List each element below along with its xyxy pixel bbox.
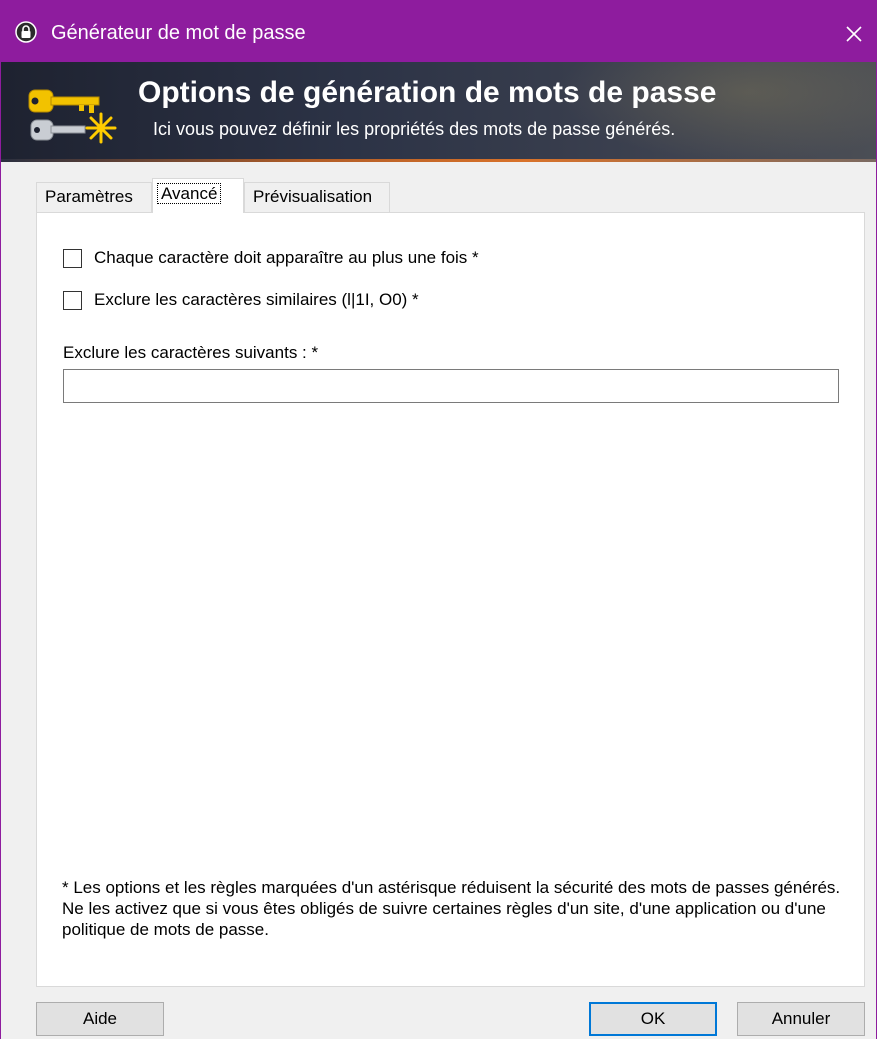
ok-button[interactable]: OK xyxy=(589,1002,717,1036)
keys-icon xyxy=(23,74,119,150)
advanced-panel: Chaque caractère doit apparaître au plus… xyxy=(36,212,865,987)
cancel-button[interactable]: Annuler xyxy=(737,1002,865,1036)
security-note: * Les options et les règles marquées d'u… xyxy=(62,878,841,939)
exclude-similar-option[interactable]: Exclure les caractères similaires (l|1I,… xyxy=(63,288,419,312)
banner-heading: Options de génération de mots de passe xyxy=(138,76,717,109)
header-banner: Options de génération de mots de passe I… xyxy=(1,62,876,162)
exclude-similar-checkbox[interactable] xyxy=(63,290,82,310)
title-bar[interactable]: Générateur de mot de passe xyxy=(1,0,876,62)
exclude-similar-label: Exclure les caractères similaires (l|1I,… xyxy=(94,290,419,309)
unique-chars-option[interactable]: Chaque caractère doit apparaître au plus… xyxy=(63,246,479,270)
tab-avance[interactable]: Avancé xyxy=(152,178,244,213)
tab-avance-label: Avancé xyxy=(157,183,222,204)
exclude-chars-input[interactable] xyxy=(63,369,839,403)
unique-chars-checkbox[interactable] xyxy=(63,248,82,268)
unique-chars-label: Chaque caractère doit apparaître au plus… xyxy=(94,248,479,267)
close-icon[interactable] xyxy=(832,12,876,56)
window-title: Générateur de mot de passe xyxy=(51,22,306,44)
tab-previsualisation[interactable]: Prévisualisation xyxy=(244,182,390,212)
lock-icon xyxy=(15,21,37,43)
banner-divider xyxy=(1,159,876,162)
password-generator-window: Générateur de mot de passe Options de gé… xyxy=(0,0,877,1039)
banner-subheading: Ici vous pouvez définir les propriétés d… xyxy=(153,119,676,139)
tab-parametres[interactable]: Paramètres xyxy=(36,182,152,212)
help-button[interactable]: Aide xyxy=(36,1002,164,1036)
exclude-chars-label: Exclure les caractères suivants : * xyxy=(63,343,319,362)
